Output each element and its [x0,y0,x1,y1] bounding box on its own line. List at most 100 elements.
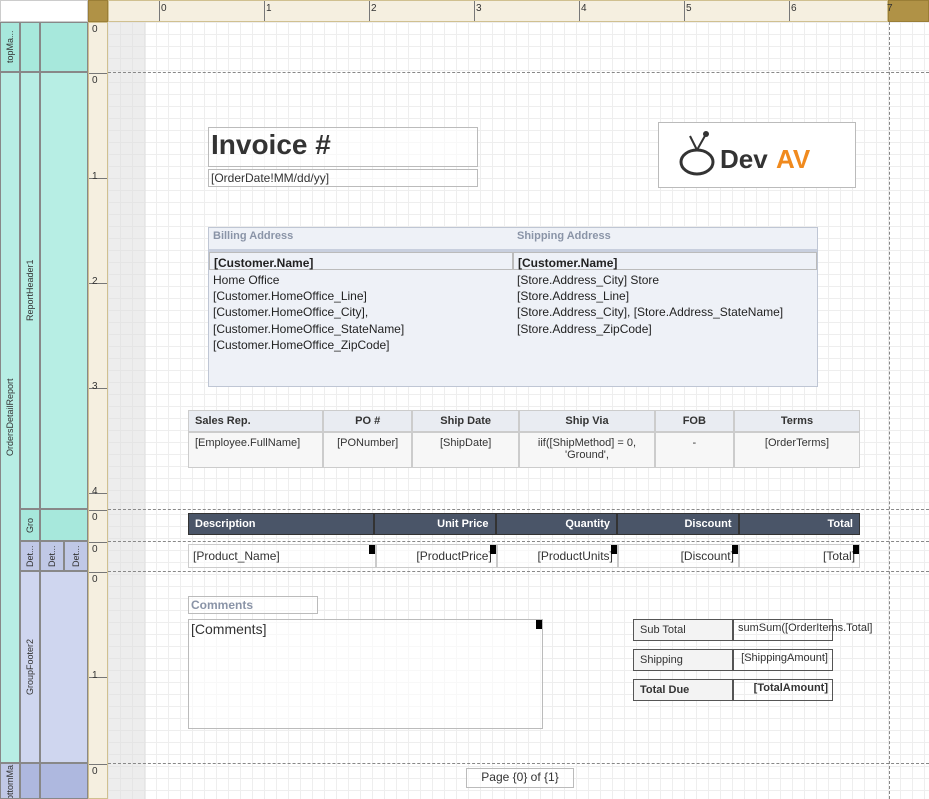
band-label-groupheader[interactable]: Gro [20,509,40,541]
meta-header-shipvia[interactable]: Ship Via [519,410,654,432]
devav-logo-icon: Dev AV [672,130,842,180]
summary-label-subtotal: Sub Total [633,619,733,641]
meta-value-salesrep[interactable]: [Employee.FullName] [188,432,323,468]
band-label-orders-detail-report[interactable]: OrdersDetailReport [0,72,20,763]
meta-header-salesrep[interactable]: Sales Rep. [188,410,323,432]
billing-address-lines[interactable]: Home Office [Customer.HomeOffice_Line] [… [209,270,513,380]
meta-value-shipdate[interactable]: [ShipDate] [412,432,519,468]
shipping-customer-name[interactable]: [Customer.Name] [513,252,817,270]
databind-marker-icon [853,545,859,554]
summary-value-subtotal[interactable]: sumSum([OrderItems.Total] [733,619,833,641]
band-groupfooter2-content[interactable]: Comments [Comments] Sub Total sumSum([Or… [108,571,929,763]
band-label-topmargin[interactable]: topMa... [0,22,20,72]
ruler-vtick-label: 0 [92,75,98,86]
band-labels-column-outer: topMa... OrdersDetailReport bottomMa... [0,22,20,799]
col-header-unitprice[interactable]: Unit Price [374,513,496,535]
page-info-label[interactable]: Page {0} of {1} [466,768,574,788]
band-label-bottommargin-compact[interactable] [40,763,88,799]
ruler-margin-block[interactable] [88,0,108,22]
svg-text:AV: AV [776,144,811,174]
band-label-topmargin-inner[interactable] [20,22,40,72]
summary-label-shipping: Shipping [633,649,733,671]
band-label-groupheader-compact[interactable] [40,509,88,541]
cell-product-price[interactable]: [ProductPrice] [376,544,497,568]
ruler-scale-horizontal[interactable]: 0 1 2 3 4 5 6 7 [108,0,888,22]
ruler-corner [0,0,88,22]
band-detail-content[interactable]: [Product_Name] [ProductPrice] [ProductUn… [108,541,929,571]
ruler-vtick-label: 0 [92,24,98,35]
ruler-tick-label: 3 [476,3,482,14]
band-bottommargin-content[interactable]: Page {0} of {1} [108,763,929,799]
summary-value-shipping[interactable]: [ShippingAmount] [733,649,833,671]
ruler-tick-label: 5 [686,3,692,14]
meta-header-fob[interactable]: FOB [655,410,734,432]
col-header-description[interactable]: Description [188,513,374,535]
summary-row-subtotal[interactable]: Sub Total sumSum([OrderItems.Total] [633,619,833,641]
ruler-tick-label: 1 [266,3,272,14]
band-label-topmargin-compact[interactable] [40,22,88,72]
label-invoice-title[interactable]: Invoice # [208,127,478,167]
ruler-vtick-label: 3 [92,381,98,392]
databind-marker-icon [732,545,738,554]
summary-row-total[interactable]: Total Due [TotalAmount] [633,679,833,701]
summary-label-total: Total Due [633,679,733,701]
billing-address-header: Billing Address [209,228,513,250]
cell-product-units[interactable]: [ProductUnits] [497,544,618,568]
band-label-detail[interactable]: Det... [20,541,40,571]
band-label-detail-compact-a[interactable]: Det... [40,541,64,571]
ruler-vtick-label: 0 [92,766,98,777]
meta-value-terms[interactable]: [OrderTerms] [734,432,860,468]
band-groupheader-content[interactable]: Description Unit Price Quantity Discount… [108,509,929,541]
band-labels-column-inner: ReportHeader1 Gro Det... GroupFooter2 [20,22,40,799]
shipping-address-lines[interactable]: [Store.Address_City] Store [Store.Addres… [513,270,817,380]
databind-marker-icon [369,545,375,554]
band-label-bottommargin-inner[interactable] [20,763,40,799]
band-label-groupfooter2-compact[interactable] [40,571,88,763]
summary-value-total[interactable]: [TotalAmount] [733,679,833,701]
meta-value-shipvia[interactable]: iif([ShipMethod] = 0, 'Ground', [519,432,654,468]
band-labels-column-compact: Det... Det... [40,22,88,799]
band-label-groupfooter2[interactable]: GroupFooter2 [20,571,40,763]
ruler-tick-label: 6 [791,3,797,14]
meta-value-po[interactable]: [PONumber] [323,432,412,468]
databind-marker-icon [536,620,542,629]
address-panel[interactable]: Billing Address Shipping Address [Custom… [208,227,818,387]
databind-marker-icon [490,545,496,554]
meta-header-po[interactable]: PO # [323,410,412,432]
band-label-bottommargin[interactable]: bottomMa... [0,763,20,799]
band-reportheader-content[interactable]: Invoice # [OrderDate!MM/dd/yy] Dev AV Bi… [108,72,929,509]
summary-row-shipping[interactable]: Shipping [ShippingAmount] [633,649,833,671]
comments-value[interactable]: [Comments] [188,619,543,729]
ruler-vtick-label: 1 [92,171,98,182]
band-label-reportheader1-compact[interactable] [40,72,88,509]
meta-table[interactable]: Sales Rep. PO # Ship Date Ship Via FOB T… [188,410,860,468]
col-header-total[interactable]: Total [739,513,861,535]
ruler-vtick-label: 4 [92,486,98,497]
meta-header-shipdate[interactable]: Ship Date [412,410,519,432]
svg-text:Dev: Dev [720,144,768,174]
comments-label[interactable]: Comments [188,596,318,614]
design-surface[interactable]: Invoice # [OrderDate!MM/dd/yy] Dev AV Bi… [108,22,929,799]
col-header-quantity[interactable]: Quantity [496,513,618,535]
cell-discount[interactable]: [Discount] [618,544,739,568]
ruler-vtick-label: 2 [92,276,98,287]
col-header-discount[interactable]: Discount [617,513,739,535]
cell-product-name[interactable]: [Product_Name] [188,544,376,568]
billing-customer-name[interactable]: [Customer.Name] [209,252,513,270]
ruler-tick-label: 0 [161,3,167,14]
ruler-tick-label: 7 [887,3,893,14]
shipping-address-header: Shipping Address [513,228,817,250]
databind-marker-icon [611,545,617,554]
ruler-vtick-label: 1 [92,670,98,681]
meta-value-fob[interactable]: - [655,432,734,468]
ruler-vtick-label: 0 [92,544,98,555]
horizontal-ruler[interactable]: 0 1 2 3 4 5 6 7 [0,0,929,22]
logo-image[interactable]: Dev AV [658,122,856,188]
band-label-reportheader1[interactable]: ReportHeader1 [20,72,40,509]
vertical-ruler[interactable]: 0 0 1 2 3 4 0 0 0 1 0 [88,22,108,799]
cell-total[interactable]: [Total] [739,544,860,568]
meta-header-terms[interactable]: Terms [734,410,860,432]
band-label-detail-compact-b[interactable]: Det... [64,541,88,571]
band-topmargin-content[interactable] [108,22,929,72]
label-order-date[interactable]: [OrderDate!MM/dd/yy] [208,169,478,187]
